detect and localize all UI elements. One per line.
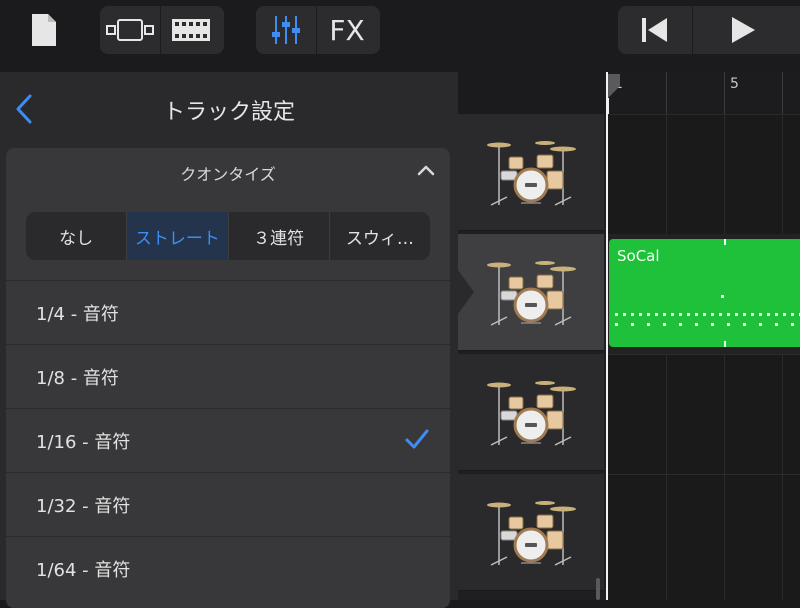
option-label: 1/64 - 音符	[36, 559, 131, 581]
top-toolbar: FX	[0, 0, 800, 72]
panel-pointer	[458, 270, 474, 314]
drum-kit-icon	[487, 381, 576, 446]
track-lane-4[interactable]	[606, 474, 800, 600]
ruler-spacer	[458, 72, 606, 114]
play-button[interactable]	[692, 6, 793, 54]
view-toggle-group	[100, 6, 224, 54]
quantize-card: クオンタイズ なし ストレート ３連符 スウィ… 1/4 - 音符 1/8 - …	[6, 148, 450, 608]
document-icon	[32, 14, 56, 46]
panel-header: トラック設定	[0, 72, 458, 144]
ruler-tick	[724, 72, 725, 114]
quantize-type-segmented-control: なし ストレート ３連符 スウィ…	[26, 212, 430, 260]
option-thirty-second-note[interactable]: 1/32 - 音符	[6, 472, 450, 536]
panel-title: トラック設定	[162, 100, 295, 125]
quantize-title: クオンタイズ	[180, 165, 276, 184]
collapse-button[interactable]	[416, 162, 436, 178]
settings-group: FX	[256, 6, 380, 54]
sliders-icon	[272, 16, 300, 44]
segment-straight[interactable]: ストレート	[126, 212, 228, 260]
transport-group	[618, 6, 800, 54]
drum-kit-icon	[487, 141, 576, 206]
ruler-tick	[666, 72, 667, 114]
track-lane-3[interactable]	[606, 354, 800, 475]
region-notes	[615, 239, 800, 347]
option-eighth-note[interactable]: 1/8 - 音符	[6, 344, 450, 408]
track-header-2[interactable]	[458, 234, 604, 351]
chevron-up-icon	[417, 165, 435, 176]
drum-kit-icon	[487, 501, 576, 566]
track-headers	[458, 72, 606, 600]
option-sixty-fourth-note[interactable]: 1/64 - 音符	[6, 536, 450, 600]
playhead[interactable]	[606, 72, 608, 600]
option-quarter-note[interactable]: 1/4 - 音符	[6, 280, 450, 344]
track-header-3[interactable]	[458, 354, 604, 471]
bar-ruler[interactable]: 1 5	[606, 72, 800, 115]
option-label: 1/16 - 音符	[36, 431, 131, 453]
track-lane-1[interactable]	[606, 114, 800, 235]
track-header-4[interactable]	[458, 474, 604, 591]
go-to-beginning-button[interactable]	[618, 6, 692, 54]
fx-button[interactable]: FX	[316, 6, 377, 54]
track-header-1[interactable]	[458, 114, 604, 231]
ruler-tick	[782, 72, 783, 114]
segment-none[interactable]: なし	[26, 212, 126, 260]
segment-triplet[interactable]: ３連符	[227, 212, 329, 260]
option-label: 1/4 - 音符	[36, 303, 119, 325]
option-label: 1/32 - 音符	[36, 495, 131, 517]
quantize-header[interactable]: クオンタイズ	[6, 148, 450, 194]
playhead-marker-icon	[607, 74, 620, 114]
track-settings-panel: トラック設定 クオンタイズ なし ストレート ３連符 スウィ… 1/4 - 音符…	[0, 72, 459, 608]
fx-label: FX	[329, 13, 365, 47]
segment-swing[interactable]: スウィ…	[328, 212, 430, 260]
quantize-options-list: 1/4 - 音符 1/8 - 音符 1/16 - 音符 1/32 - 音符 1/…	[6, 280, 450, 600]
editor-view-button[interactable]	[160, 6, 221, 54]
timeline[interactable]: 1 5 SoCal	[606, 72, 800, 600]
film-strip-icon	[172, 19, 210, 41]
tracks-view-button[interactable]	[100, 6, 160, 54]
skip-back-icon	[642, 18, 667, 42]
my-songs-button[interactable]	[26, 10, 62, 50]
vertical-scrollbar[interactable]	[596, 578, 600, 600]
track-controls-button[interactable]	[256, 6, 316, 54]
option-sixteenth-note[interactable]: 1/16 - 音符	[6, 408, 450, 472]
drummer-region[interactable]: SoCal	[609, 239, 800, 347]
drum-kit-icon	[487, 261, 576, 326]
option-label: 1/8 - 音符	[36, 367, 119, 389]
track-view-icon	[106, 19, 154, 41]
play-icon	[732, 17, 755, 43]
checkmark-icon	[405, 429, 429, 449]
bar-number-5: 5	[730, 76, 739, 92]
